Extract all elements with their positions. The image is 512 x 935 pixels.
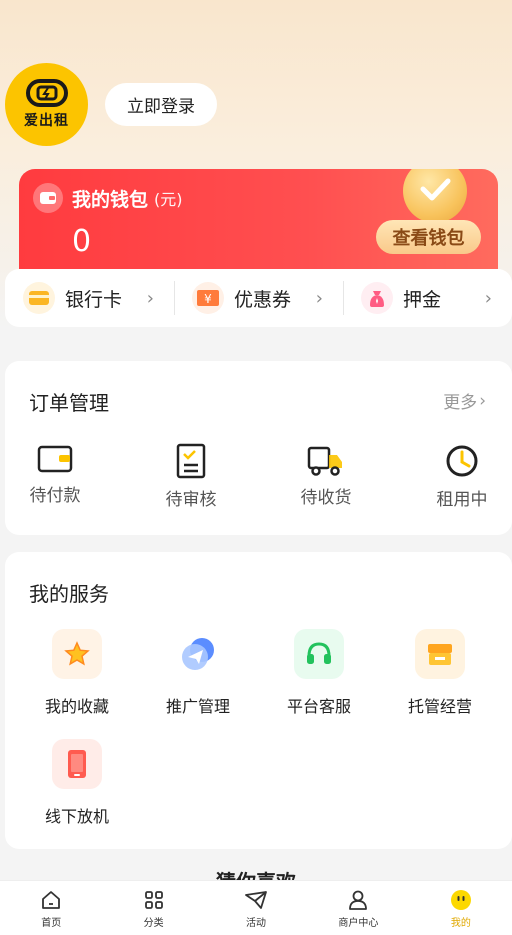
quick-link-bank-card[interactable]: 银行卡 › — [5, 269, 174, 327]
more-orders-link[interactable]: 更多 › — [443, 388, 486, 414]
grid-icon — [144, 891, 163, 909]
tab-label: 我的 — [450, 918, 471, 929]
service-label: 我的收藏 — [44, 697, 109, 716]
service-promotion[interactable]: 推广管理 — [138, 629, 258, 717]
tab-home[interactable]: 首页 — [0, 881, 102, 935]
quick-link-deposit[interactable]: 押金 › — [343, 269, 512, 327]
wallet-card[interactable]: 我的钱包 (元) 0 查看钱包 — [19, 169, 498, 271]
bank-card-icon — [23, 282, 55, 314]
logo-mark-icon — [25, 79, 68, 107]
user-icon — [349, 890, 368, 910]
order-management-title: 订单管理 — [29, 391, 109, 415]
headset-icon — [294, 629, 344, 679]
chevron-right-icon: › — [484, 287, 492, 309]
wallet-icon — [33, 183, 63, 213]
quick-links: 银行卡 › ¥ 优惠券 › 押金 › — [5, 269, 512, 327]
service-offline-device[interactable]: 线下放机 — [17, 739, 137, 827]
review-clipboard-icon — [176, 443, 206, 479]
logo-text: 爱出租 — [24, 113, 69, 129]
store-icon — [415, 629, 465, 679]
paper-plane-icon — [245, 891, 267, 909]
order-management-card: 订单管理 更多 › 待付款 待审核 待收货 租用中 — [5, 361, 512, 535]
service-label: 线下放机 — [44, 807, 109, 826]
tab-label: 分类 — [143, 918, 164, 929]
more-label: 更多 — [443, 393, 478, 413]
tab-label: 活动 — [246, 918, 267, 929]
quick-link-label: 优惠券 — [234, 288, 292, 311]
order-label: 待付款 — [29, 486, 81, 506]
app-logo: 爱出租 — [5, 63, 88, 146]
clock-icon — [446, 445, 478, 477]
service-label: 托管经营 — [407, 697, 472, 716]
order-label: 租用中 — [436, 490, 488, 510]
order-under-review[interactable]: 待审核 — [141, 443, 241, 510]
tab-label: 首页 — [41, 918, 62, 929]
wallet-unit: (元) — [154, 190, 183, 209]
chevron-right-icon: › — [315, 287, 323, 309]
chevron-right-icon: › — [479, 390, 486, 411]
tab-activities[interactable]: 活动 — [205, 881, 307, 935]
view-wallet-button[interactable]: 查看钱包 — [376, 220, 481, 254]
coin-icon — [403, 169, 467, 223]
deposit-bag-icon — [361, 282, 393, 314]
order-awaiting-delivery[interactable]: 待收货 — [276, 443, 376, 508]
order-renting[interactable]: 租用中 — [412, 443, 512, 510]
order-label: 待收货 — [300, 488, 352, 508]
star-icon — [52, 629, 102, 679]
wallet-icon — [37, 445, 73, 473]
tab-merchant-center[interactable]: 商户中心 — [307, 881, 409, 935]
wallet-header: 我的钱包 (元) — [33, 183, 183, 213]
bottom-tab-bar: 首页 分类 活动 商户中心 我的 — [0, 880, 512, 935]
wallet-balance: 0 — [72, 224, 92, 259]
quick-link-label: 押金 — [403, 288, 442, 311]
tab-categories[interactable]: 分类 — [102, 881, 204, 935]
my-services-title: 我的服务 — [29, 582, 109, 606]
chevron-right-icon: › — [146, 287, 154, 309]
service-favorites[interactable]: 我的收藏 — [17, 629, 137, 717]
quick-link-coupon[interactable]: ¥ 优惠券 › — [174, 269, 343, 327]
login-button[interactable]: 立即登录 — [105, 83, 217, 126]
home-icon — [42, 891, 61, 909]
order-pending-payment[interactable]: 待付款 — [5, 443, 105, 506]
phone-icon — [52, 739, 102, 789]
send-icon — [173, 629, 223, 679]
svg-text:¥: ¥ — [204, 292, 212, 306]
service-label: 推广管理 — [165, 697, 230, 716]
order-label: 待审核 — [165, 490, 217, 510]
quick-link-label: 银行卡 — [65, 288, 123, 311]
tab-mine[interactable]: 我的 — [410, 881, 512, 935]
service-managed-operation[interactable]: 托管经营 — [380, 629, 500, 717]
service-label: 平台客服 — [286, 697, 351, 716]
service-customer-support[interactable]: 平台客服 — [259, 629, 379, 717]
smiley-icon — [450, 890, 471, 910]
wallet-title: 我的钱包 — [72, 188, 149, 211]
tab-label: 商户中心 — [338, 918, 379, 929]
delivery-truck-icon — [307, 446, 342, 476]
my-services-card: 我的服务 我的收藏 推广管理 平台客服 托管经营 线下放机 — [5, 552, 512, 849]
coupon-icon: ¥ — [192, 282, 224, 314]
